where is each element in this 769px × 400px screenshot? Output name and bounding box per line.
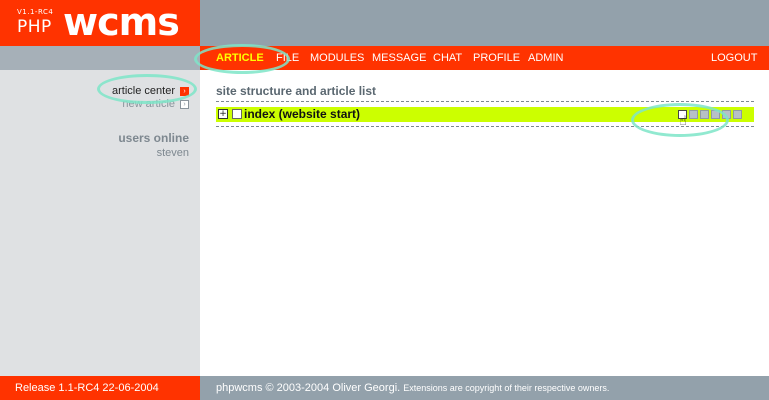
nav-item-article[interactable]: ARTICLE [216,52,264,64]
nav-item-modules[interactable]: MODULES [310,52,364,64]
users-online-title: users online [118,131,189,145]
hand-cursor-icon: ☝ [679,114,687,129]
article-title[interactable]: index (website start) [244,107,360,122]
copy-icon[interactable] [689,110,698,119]
release-info: Release 1.1-RC4 22-06-2004 [15,382,159,394]
nav-item-admin[interactable]: ADMIN [528,52,563,64]
logout-link[interactable]: LOGOUT [711,52,757,64]
arrow-right-icon: › [180,86,189,96]
properties-icon[interactable] [733,110,742,119]
copyright-owner: phpwcms © 2003-2004 Oliver Georgi. [216,382,401,394]
plus-box-icon[interactable]: + [218,109,228,119]
move-down-icon[interactable] [711,110,720,119]
page-title: site structure and article list [216,84,377,98]
header-banner [200,0,769,46]
nav-left-spacer [0,46,200,70]
logo-wcms: wcms [63,0,180,44]
footer-left: Release 1.1-RC4 22-06-2004 [0,376,200,400]
sidebar-item-label: new article [122,98,175,110]
nav-item-chat[interactable]: CHAT [433,52,462,64]
document-icon [232,109,242,119]
online-user: steven [156,147,189,159]
move-up-icon[interactable] [700,110,709,119]
main-nav: ARTICLE FILE MODULES MESSAGE CHAT PROFIL… [200,46,769,70]
sidebar-item-label: article center [112,85,175,97]
nav-item-file[interactable]: FILE [276,52,299,64]
divider [216,101,754,102]
logo-php: PHP [17,17,52,37]
footer-right: phpwcms © 2003-2004 Oliver Georgi. Exten… [200,376,769,400]
divider [216,126,754,127]
nav-item-message[interactable]: MESSAGE [372,52,426,64]
nav-item-profile[interactable]: PROFILE [473,52,520,64]
logo: V1.1-RC4 PHP wcms [0,0,200,46]
arrow-right-icon: › [180,99,189,109]
extensions-note: Extensions are copyright of their respec… [403,383,610,393]
sidebar: article center › new article › users onl… [0,70,200,376]
article-row[interactable]: + index (website start) [216,107,754,122]
copyright-text: phpwcms © 2003-2004 Oliver Georgi. Exten… [216,382,609,394]
add-icon[interactable] [722,110,731,119]
sidebar-item-new-article[interactable]: new article › [122,98,189,110]
sidebar-item-article-center[interactable]: article center › [112,85,189,97]
logo-version: V1.1-RC4 [17,8,54,16]
